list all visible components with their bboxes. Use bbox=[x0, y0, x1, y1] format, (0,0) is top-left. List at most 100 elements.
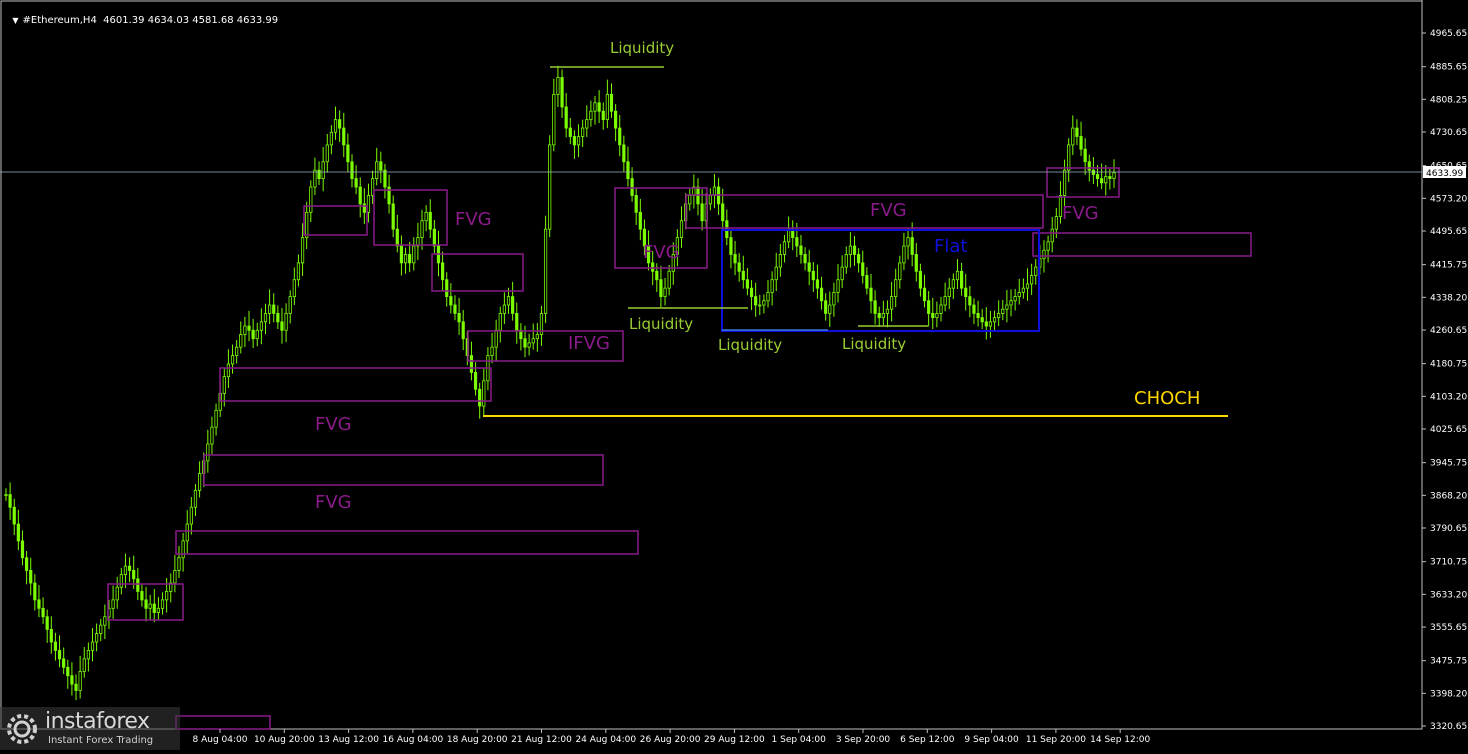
candle-body bbox=[1050, 228, 1054, 243]
candle-body bbox=[350, 161, 354, 180]
candle-body bbox=[457, 313, 461, 323]
candle-body bbox=[115, 586, 119, 601]
price-tick-label: 4338.20 bbox=[1430, 293, 1467, 303]
price-tick-label: 4885.65 bbox=[1430, 63, 1467, 73]
candle-body bbox=[45, 616, 49, 630]
candle-body bbox=[284, 313, 288, 331]
candle-body bbox=[984, 321, 988, 327]
candle-body bbox=[239, 334, 243, 348]
price-tick-label: 4495.65 bbox=[1430, 227, 1467, 237]
candle-body bbox=[441, 262, 445, 281]
price-tick-label: 4025.65 bbox=[1430, 425, 1467, 435]
candle-body bbox=[601, 110, 605, 121]
time-tick-label: 1 Sep 04:00 bbox=[772, 735, 827, 745]
candle-body bbox=[132, 570, 136, 580]
candle-body bbox=[861, 262, 865, 276]
candle-body bbox=[712, 186, 717, 196]
candle-body bbox=[1009, 300, 1013, 306]
candle-body bbox=[803, 254, 807, 264]
candle-body bbox=[1104, 176, 1108, 184]
candle-body bbox=[972, 304, 976, 314]
candle-body bbox=[931, 313, 935, 319]
candle-body bbox=[193, 489, 198, 508]
candle-body bbox=[251, 329, 255, 340]
candle-body bbox=[111, 599, 115, 609]
candle-body bbox=[807, 262, 811, 272]
logo-tagline: Instant Forex Trading bbox=[48, 735, 154, 746]
candle-body bbox=[922, 287, 927, 302]
candle-body bbox=[638, 211, 642, 230]
chart-area[interactable]: Liquidity Liquidity Liquidity Liquidity FVG F… bbox=[0, 0, 1468, 750]
current-price-label: 4633.99 bbox=[1426, 169, 1463, 179]
candle-body bbox=[947, 287, 951, 297]
candle-body bbox=[379, 161, 383, 171]
candle-body bbox=[737, 262, 741, 272]
candle-body bbox=[898, 262, 902, 281]
dropdown-arrow-icon[interactable]: ▼ bbox=[12, 16, 18, 25]
candle-body bbox=[189, 506, 193, 525]
candle-body bbox=[576, 136, 581, 146]
candle-body bbox=[799, 245, 803, 255]
candle-body bbox=[955, 270, 960, 281]
candle-body bbox=[333, 119, 338, 133]
candle-body bbox=[848, 245, 852, 255]
candle-body bbox=[889, 296, 894, 310]
candle-body bbox=[317, 169, 321, 180]
price-tick-label: 3945.75 bbox=[1430, 459, 1467, 469]
candle-body bbox=[358, 186, 362, 205]
candle-body bbox=[313, 169, 317, 188]
candle-body bbox=[976, 313, 980, 319]
fvg-label-3: FVG bbox=[870, 200, 907, 221]
candle-body bbox=[894, 279, 898, 297]
candle-body bbox=[24, 557, 29, 571]
candle-body bbox=[914, 254, 918, 272]
candle-body bbox=[259, 321, 263, 331]
candle-body bbox=[622, 144, 626, 163]
candle-body bbox=[325, 144, 329, 163]
candle-body bbox=[1001, 308, 1005, 314]
candle-body bbox=[1112, 172, 1116, 180]
candle-body bbox=[255, 329, 259, 340]
ifvg-label: IFVG bbox=[568, 333, 610, 354]
candle-body bbox=[412, 245, 416, 264]
candle-body bbox=[395, 228, 399, 247]
candle-body bbox=[185, 523, 189, 542]
candle-body bbox=[57, 650, 62, 660]
candle-body bbox=[247, 325, 251, 331]
candle-body bbox=[362, 203, 366, 213]
candle-body bbox=[482, 380, 486, 407]
candle-body bbox=[1079, 136, 1083, 150]
candle-body bbox=[329, 131, 333, 146]
price-tick-label: 4730.65 bbox=[1430, 128, 1467, 138]
candle-body bbox=[82, 658, 86, 672]
candle-body bbox=[300, 237, 305, 264]
price-tick-label: 3475.75 bbox=[1430, 657, 1467, 667]
candle-body bbox=[988, 321, 993, 327]
candle-body bbox=[70, 675, 74, 685]
candle-body bbox=[280, 321, 284, 331]
candle-body bbox=[902, 245, 906, 264]
candle-body bbox=[268, 304, 272, 314]
fvg-label-4: FVG bbox=[1062, 203, 1099, 224]
time-tick-label: 3 Sep 20:00 bbox=[836, 735, 891, 745]
time-tick-label: 10 Aug 20:00 bbox=[254, 735, 315, 745]
candle-body bbox=[1087, 161, 1091, 171]
fvg-label-6: FVG bbox=[315, 492, 352, 513]
candle-body bbox=[614, 110, 618, 129]
instaforex-logo: instaforex Instant Forex Trading bbox=[0, 707, 180, 750]
candle-body bbox=[795, 237, 799, 247]
candle-body bbox=[651, 262, 655, 272]
time-tick-label: 21 Aug 12:00 bbox=[511, 735, 572, 745]
candle-body bbox=[12, 506, 16, 525]
candle-body bbox=[585, 119, 589, 129]
candle-body bbox=[1017, 291, 1021, 297]
candle-body bbox=[494, 329, 498, 348]
candle-body bbox=[235, 346, 239, 356]
candle-body bbox=[968, 296, 972, 306]
candle-body bbox=[506, 296, 511, 306]
candle-body bbox=[206, 443, 210, 462]
candle-body bbox=[865, 275, 869, 289]
candle-body bbox=[420, 220, 424, 238]
fvg-label-2: FVG bbox=[643, 242, 680, 263]
candle-body bbox=[99, 624, 103, 634]
